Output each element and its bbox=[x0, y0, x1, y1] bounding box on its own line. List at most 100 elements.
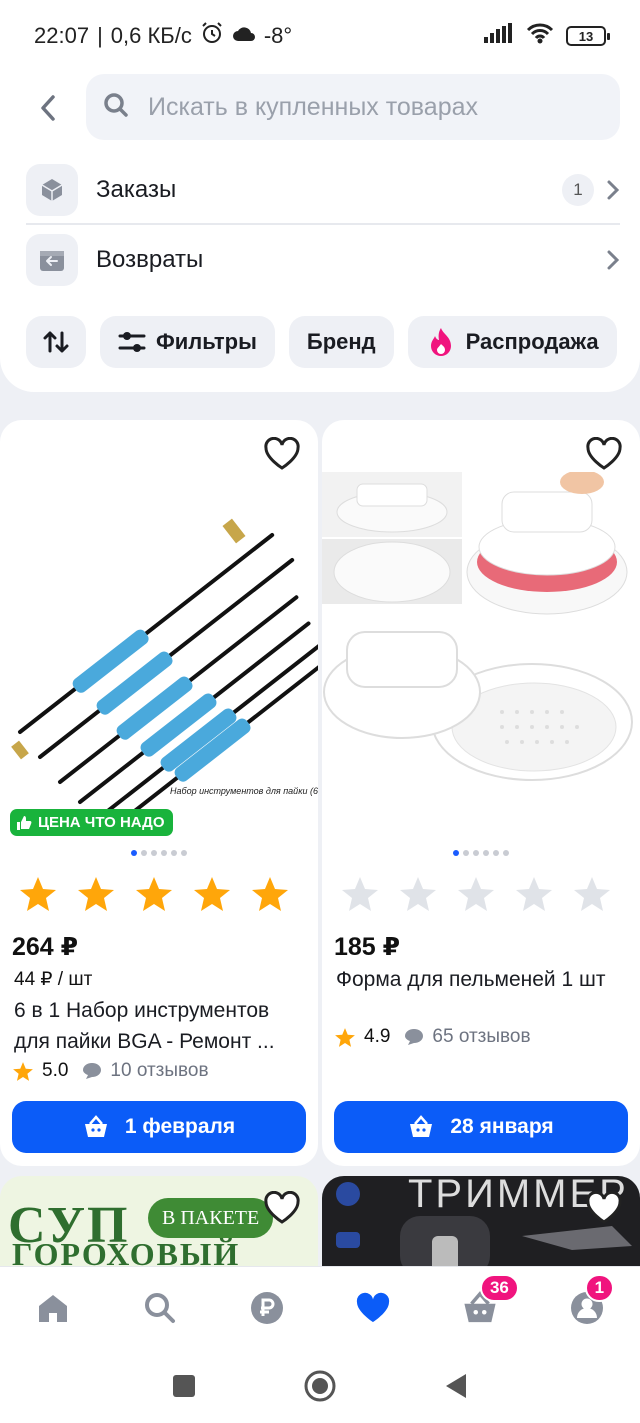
star-rating[interactable] bbox=[340, 875, 612, 913]
heart-icon bbox=[357, 1292, 390, 1322]
search-icon bbox=[102, 91, 130, 124]
star-icon bbox=[194, 877, 230, 911]
chevron-right-icon bbox=[607, 180, 620, 200]
product-rating: 4.9 65 отзывов bbox=[334, 1026, 531, 1048]
alarm-icon bbox=[200, 21, 224, 51]
ruble-icon bbox=[250, 1291, 283, 1324]
signal-icon bbox=[484, 23, 514, 49]
nav-payments[interactable] bbox=[237, 1278, 297, 1338]
profile-badge: 1 bbox=[584, 1273, 615, 1302]
recent-apps-icon[interactable] bbox=[172, 1374, 196, 1398]
star-icon bbox=[13, 1061, 33, 1081]
star-icon bbox=[252, 877, 288, 911]
box-icon bbox=[26, 164, 78, 216]
product-title[interactable]: 6 в 1 Набор инструментов для пайки BGA -… bbox=[14, 995, 310, 1057]
basket-icon bbox=[84, 1115, 107, 1137]
clock: 22:07 bbox=[34, 23, 90, 48]
star-icon bbox=[516, 877, 552, 911]
return-box-icon bbox=[26, 234, 78, 286]
divider bbox=[26, 223, 620, 225]
delivery-date: 1 февраля bbox=[124, 1115, 236, 1138]
product-title[interactable]: Форма для пельменей 1 шт bbox=[336, 964, 632, 995]
chevron-left-icon bbox=[41, 95, 55, 121]
star-icon bbox=[20, 877, 56, 911]
product-price: 264 ₽ bbox=[12, 933, 79, 961]
sale-button[interactable]: Распродажа bbox=[407, 316, 617, 368]
sort-button[interactable] bbox=[26, 316, 86, 368]
product-price: 185 ₽ bbox=[334, 933, 401, 961]
product-rating: 5.0 10 отзывов bbox=[12, 1060, 209, 1082]
product-card-partial[interactable]: СУП ГОРОХОВЫЙ В ПАКЕТЕ bbox=[0, 1176, 318, 1276]
brand-label: Бренд bbox=[306, 329, 376, 354]
orders-count-badge: 1 bbox=[562, 174, 594, 206]
star-icon bbox=[574, 877, 610, 911]
product-card-partial[interactable]: ТРИММЕР bbox=[322, 1176, 640, 1276]
home-circle-icon[interactable] bbox=[304, 1370, 336, 1402]
star-icon bbox=[78, 877, 114, 911]
price-badge-label: ЦЕНА ЧТО НАДО bbox=[38, 814, 165, 831]
heart-icon bbox=[264, 437, 300, 470]
orders-label: Заказы bbox=[96, 176, 177, 203]
nav-home[interactable] bbox=[23, 1278, 83, 1338]
delivery-date: 28 января bbox=[450, 1115, 554, 1138]
star-icon bbox=[335, 1027, 355, 1047]
product-card[interactable]: Набор инструментов для пайки (6 предмето… bbox=[0, 420, 318, 1166]
header-card: Заказы 1 Возвраты Фильтры Бренд Распрода… bbox=[0, 72, 640, 392]
brand-button[interactable]: Бренд bbox=[288, 316, 394, 368]
comment-icon bbox=[405, 1029, 424, 1045]
system-navigation bbox=[0, 1348, 640, 1423]
network-speed: 0,6 КБ/с bbox=[110, 23, 192, 48]
nav-favorites[interactable] bbox=[343, 1278, 403, 1338]
favorite-button[interactable] bbox=[582, 432, 626, 476]
soup-pack-label: В ПАКЕТЕ bbox=[148, 1198, 274, 1238]
unit-price: 44 ₽ / шт bbox=[14, 969, 93, 990]
returns-label: Возвраты bbox=[96, 246, 204, 273]
reviews-count[interactable]: 10 отзывов bbox=[110, 1060, 208, 1082]
image-carousel-dots bbox=[322, 850, 640, 856]
star-icon bbox=[458, 877, 494, 911]
product-image-dumpling-mold bbox=[322, 470, 640, 812]
search-input[interactable] bbox=[148, 92, 568, 122]
heart-icon bbox=[586, 437, 622, 470]
temperature: -8° bbox=[263, 23, 293, 48]
reviews-count[interactable]: 65 отзывов bbox=[432, 1026, 530, 1048]
filters-label: Фильтры bbox=[156, 329, 257, 354]
add-to-cart-button[interactable]: 1 февраля bbox=[12, 1101, 306, 1153]
favorite-button[interactable] bbox=[582, 1186, 626, 1230]
back-triangle-icon[interactable] bbox=[444, 1373, 468, 1399]
price-badge: ЦЕНА ЧТО НАДО bbox=[10, 809, 173, 836]
search-icon bbox=[144, 1292, 175, 1323]
separator: | bbox=[97, 23, 103, 48]
heart-icon bbox=[264, 1191, 300, 1224]
filter-chips: Фильтры Бренд Распродажа bbox=[26, 316, 617, 368]
nav-cart[interactable]: 36 bbox=[450, 1273, 519, 1338]
returns-row[interactable]: Возвраты bbox=[26, 226, 620, 294]
add-to-cart-button[interactable]: 28 января bbox=[334, 1101, 628, 1153]
product-card[interactable]: 185 ₽ Форма для пельменей 1 шт 4.9 65 от… bbox=[322, 420, 640, 1166]
nav-search[interactable] bbox=[130, 1278, 190, 1338]
comment-icon bbox=[83, 1063, 102, 1079]
cloud-icon bbox=[232, 23, 256, 49]
sale-label: Распродажа bbox=[465, 329, 599, 354]
nav-profile[interactable]: 1 bbox=[557, 1273, 617, 1338]
battery-icon: 13 bbox=[566, 26, 610, 46]
cart-count-badge: 36 bbox=[479, 1273, 519, 1302]
filters-button[interactable]: Фильтры bbox=[100, 316, 275, 368]
orders-row[interactable]: Заказы 1 bbox=[26, 156, 620, 224]
wifi-icon bbox=[526, 22, 554, 50]
search-bar[interactable] bbox=[86, 74, 620, 140]
star-icon bbox=[136, 877, 172, 911]
image-carousel-dots bbox=[0, 850, 318, 856]
star-icon bbox=[342, 877, 378, 911]
fire-icon bbox=[430, 328, 451, 356]
bottom-navigation: 36 1 bbox=[0, 1266, 640, 1348]
back-button[interactable] bbox=[28, 88, 68, 128]
basket-icon bbox=[410, 1115, 433, 1137]
star-rating[interactable] bbox=[18, 875, 290, 913]
rating-value: 4.9 bbox=[364, 1026, 391, 1047]
favorite-button[interactable] bbox=[260, 432, 304, 476]
heart-icon bbox=[586, 1191, 622, 1224]
thumbs-up-icon bbox=[17, 815, 32, 830]
favorite-button[interactable] bbox=[260, 1186, 304, 1230]
status-bar: 22:07 | 0,6 КБ/с -8° 13 bbox=[0, 0, 640, 72]
